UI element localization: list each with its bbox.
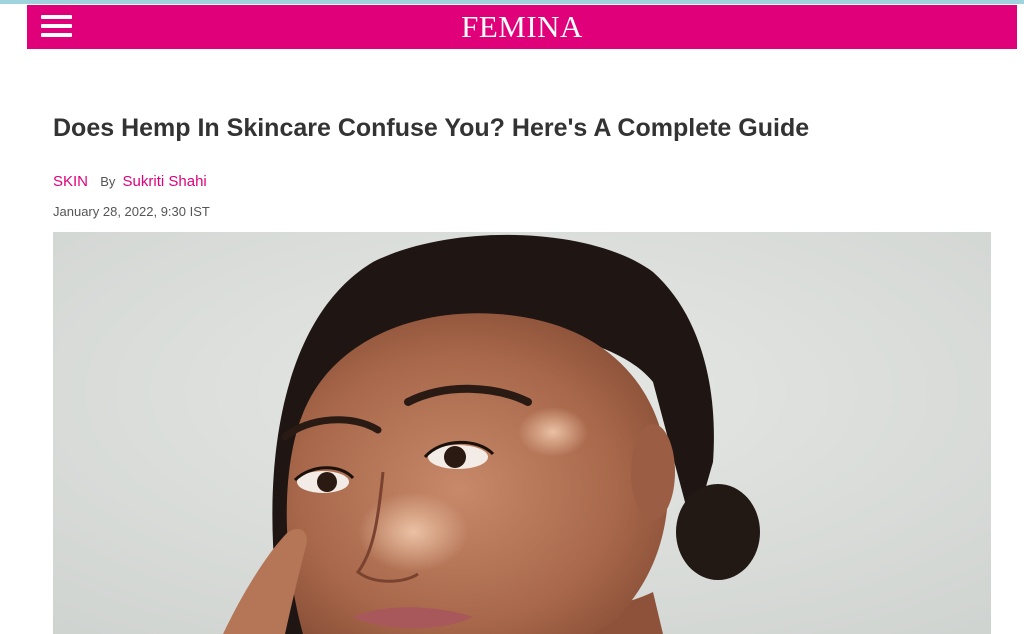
author-link[interactable]: Sukriti Shahi: [123, 173, 207, 190]
category-link[interactable]: SKIN: [53, 173, 88, 190]
portrait-photo: [53, 232, 991, 634]
article-headline: Does Hemp In Skincare Confuse You? Here'…: [53, 114, 810, 142]
browser-top-strip: [0, 0, 1024, 4]
byline-label: By: [100, 174, 116, 189]
site-logo[interactable]: FEMINA: [27, 9, 1017, 45]
hero-image: [53, 232, 991, 634]
article-meta: SKIN By Sukriti Shahi: [53, 172, 207, 192]
publish-date: January 28, 2022, 9:30 IST: [53, 204, 210, 219]
site-header: FEMINA: [27, 5, 1017, 49]
